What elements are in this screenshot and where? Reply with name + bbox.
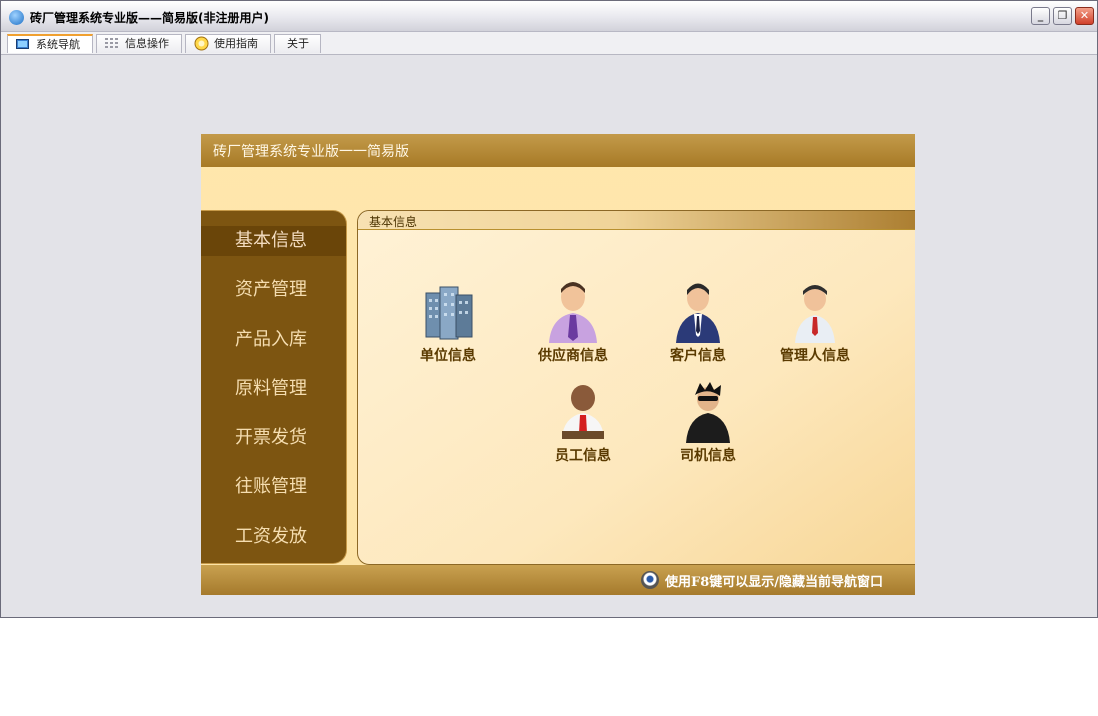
tab-label: 关于 [287, 37, 309, 50]
sidebar-item-label: 基本信息 [235, 230, 307, 251]
navigation-panel: 砖厂管理系统专业版一一简易版 基本信息 资产管理 产品入库 原料管理 开票发货 … [201, 134, 915, 595]
sidebar-item-materials[interactable]: 原料管理 [201, 374, 346, 404]
minimize-icon: _ [1037, 9, 1044, 22]
webcam-icon [641, 571, 659, 589]
sidebar-item-label: 工资发放 [235, 526, 307, 547]
section-header: 基本信息 [358, 211, 915, 230]
sidebar-item-accounts[interactable]: 往账管理 [201, 472, 346, 502]
customer-info-label: 客户信息 [670, 348, 726, 364]
app-window: 砖厂管理系统专业版——简易版(非注册用户) _ ❐ ✕ 系统导航 信息操作 使用… [0, 0, 1098, 618]
customer-person-icon [676, 283, 720, 343]
panel-title: 砖厂管理系统专业版一一简易版 [213, 144, 409, 160]
employee-person-icon [562, 385, 604, 439]
content-area: 基本信息 单位信息 供应商信息 客户信息 管理人信息 员工信息 司机信息 [357, 210, 915, 565]
close-button[interactable]: ✕ [1075, 7, 1094, 25]
sidebar-item-product-storage[interactable]: 产品入库 [201, 325, 346, 355]
driver-info-button[interactable]: 司机信息 [658, 381, 758, 471]
panel-header: 砖厂管理系统专业版一一简易版 [201, 134, 915, 167]
restore-icon: ❐ [1057, 9, 1068, 22]
driver-person-icon [686, 382, 730, 443]
supplier-info-label: 供应商信息 [538, 348, 608, 364]
tab-bar: 系统导航 信息操作 使用指南 关于 [1, 32, 1097, 55]
sidebar-item-payroll[interactable]: 工资发放 [201, 522, 346, 552]
restore-button[interactable]: ❐ [1053, 7, 1072, 25]
sidebar-item-label: 开票发货 [235, 427, 307, 448]
sidebar-item-label: 资产管理 [235, 279, 307, 300]
panel-footer: 使用F8键可以显示/隐藏当前导航窗口 [201, 565, 915, 595]
title-bar[interactable]: 砖厂管理系统专业版——简易版(非注册用户) _ ❐ ✕ [1, 1, 1097, 32]
unit-info-button[interactable]: 单位信息 [398, 281, 498, 371]
employee-info-label: 员工信息 [555, 448, 611, 464]
customer-info-button[interactable]: 客户信息 [648, 281, 748, 371]
monitor-icon [16, 39, 29, 49]
building-icon [425, 286, 473, 340]
sidebar-item-label: 往账管理 [235, 476, 307, 497]
app-logo-icon [9, 10, 24, 25]
close-icon: ✕ [1079, 9, 1090, 22]
manager-person-icon [795, 285, 835, 343]
manager-info-label: 管理人信息 [780, 348, 850, 364]
footer-hint: 使用F8键可以显示/隐藏当前导航窗口 [665, 575, 884, 590]
tab-label: 系统导航 [36, 38, 80, 51]
grid-icon [105, 38, 118, 48]
tab-label: 使用指南 [214, 37, 258, 50]
tab-about[interactable]: 关于 [274, 34, 321, 53]
sidebar-item-invoicing[interactable]: 开票发货 [201, 423, 346, 453]
help-icon [194, 36, 209, 51]
manager-info-button[interactable]: 管理人信息 [765, 281, 865, 371]
sidebar-item-label: 原料管理 [235, 378, 307, 399]
employee-info-button[interactable]: 员工信息 [533, 381, 633, 471]
sidebar-item-basic-info[interactable]: 基本信息 [201, 226, 346, 256]
driver-info-label: 司机信息 [680, 448, 736, 464]
sidebar-item-label: 产品入库 [235, 329, 307, 350]
section-title: 基本信息 [369, 215, 418, 229]
unit-info-label: 单位信息 [420, 348, 476, 364]
tab-label: 信息操作 [125, 37, 169, 50]
window-title: 砖厂管理系统专业版——简易版(非注册用户) [30, 11, 269, 25]
supplier-person-icon [549, 282, 597, 343]
minimize-button[interactable]: _ [1031, 7, 1050, 25]
category-sidebar: 基本信息 资产管理 产品入库 原料管理 开票发货 往账管理 工资发放 [201, 210, 347, 564]
tab-info-ops[interactable]: 信息操作 [96, 34, 182, 53]
tab-user-guide[interactable]: 使用指南 [185, 34, 271, 53]
supplier-info-button[interactable]: 供应商信息 [523, 281, 623, 371]
sidebar-item-assets[interactable]: 资产管理 [201, 275, 346, 305]
tab-system-nav[interactable]: 系统导航 [7, 34, 93, 53]
